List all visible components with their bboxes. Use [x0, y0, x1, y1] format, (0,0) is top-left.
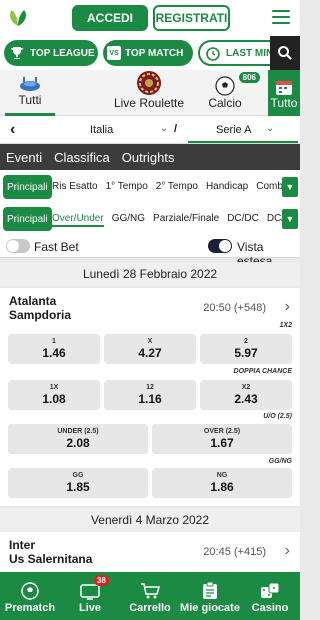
date-header: Venerdì 4 Marzo 2022	[0, 508, 300, 532]
filter-over-under[interactable]: Over/Under	[52, 213, 104, 227]
register-button[interactable]: REGISTRATI	[153, 5, 230, 31]
top-league-label: TOP LEAGUE	[30, 47, 95, 59]
odd-button[interactable]: GG 1.85	[8, 468, 148, 498]
filter-principali[interactable]: Principali	[3, 175, 52, 199]
versus-icon: VS	[107, 46, 121, 60]
market-label-gg-ng: GG/NG	[268, 458, 292, 465]
league-navigation: ‹ Italia ⌄ / Serie A ⌄	[0, 116, 300, 144]
odd-button[interactable]: NG 1.86	[152, 468, 292, 498]
tab-tutti-label: Tutti	[18, 93, 42, 107]
tab-tutto-label: Tutto	[270, 96, 298, 110]
soccer-ball-icon	[215, 76, 235, 96]
brand-logo-icon[interactable]	[6, 6, 30, 30]
trophy-icon	[8, 44, 26, 62]
app-header: ACCEDI REGISTRATI	[0, 0, 300, 36]
calcio-count-badge: 806	[238, 72, 260, 83]
away-team[interactable]: Sampdoria	[9, 308, 71, 322]
nav-live[interactable]: 38 Live	[60, 572, 120, 620]
live-count-badge: 38	[94, 575, 109, 586]
tab-live-roulette[interactable]: Live Roulette	[94, 70, 204, 116]
clipboard-icon	[202, 582, 218, 600]
chevron-down-icon[interactable]: ⌄	[160, 123, 168, 134]
cart-icon	[140, 582, 160, 600]
filter-principali-2[interactable]: Principali	[3, 207, 52, 231]
match-time[interactable]: 20:50 (+548)	[203, 302, 266, 314]
filter-primo-tempo[interactable]: 1° Tempo	[106, 181, 148, 192]
search-icon	[278, 46, 292, 60]
chevron-right-icon[interactable]: ›	[285, 298, 290, 316]
odd-button[interactable]: 2 5.97	[200, 334, 292, 364]
stadium-icon	[20, 77, 40, 91]
away-team[interactable]: Us Salernitana	[9, 552, 92, 566]
chevron-down-icon[interactable]: ▼	[282, 177, 298, 197]
roulette-icon	[137, 71, 161, 95]
nav-separator: /	[174, 123, 178, 135]
nav-prematch[interactable]: Prematch	[0, 572, 60, 620]
sport-tabs: Tutti Live Roulette 806 Calcio Tutto	[0, 70, 300, 116]
match-card: Atalanta Sampdoria 20:50 (+548) › 1X2 11…	[0, 288, 300, 506]
market-label-1x2: 1X2	[279, 322, 292, 329]
date-header: Lunedì 28 Febbraio 2022	[0, 262, 300, 286]
back-arrow-icon[interactable]: ‹	[10, 121, 15, 139]
alarm-clock-icon	[204, 44, 222, 62]
league-selector[interactable]: Serie A	[216, 124, 251, 136]
fast-bet-toggle[interactable]	[6, 239, 30, 253]
chevron-down-icon[interactable]: ⌄	[266, 123, 274, 134]
filter-parziale-finale[interactable]: Parziale/Finale	[153, 213, 219, 227]
nav-carrello[interactable]: Carrello	[120, 572, 180, 620]
market-label-doppia-chance: DOPPIA CHANCE	[233, 368, 292, 375]
chevron-down-icon[interactable]: ▼	[282, 209, 298, 229]
tab-eventi[interactable]: Eventi	[6, 150, 42, 165]
dice-icon	[260, 582, 280, 600]
quick-links-bar: TOP LEAGUE VS TOP MATCH LAST MINU	[0, 36, 300, 70]
tab-live-roulette-label: Live Roulette	[113, 96, 185, 110]
match-time[interactable]: 20:45 (+415)	[203, 546, 266, 558]
market-label-under-over: U/O (2.5)	[263, 413, 292, 420]
nav-mie-giocate[interactable]: Mie giocate	[180, 572, 240, 620]
filter-ris-esatto[interactable]: Ris Esatto	[52, 181, 98, 192]
hamburger-menu-icon[interactable]	[272, 10, 290, 26]
tab-calcio-label: Calcio	[208, 96, 242, 110]
tab-classifica[interactable]: Classifica	[54, 150, 110, 165]
country-selector[interactable]: Italia	[90, 124, 113, 136]
league-active-underline	[188, 141, 298, 143]
odd-button[interactable]: UNDER (2.5) 2.08	[8, 424, 148, 454]
toggle-row: Fast Bet Vista estesa	[0, 236, 300, 268]
filter-gg-ng[interactable]: GG/NG	[112, 213, 145, 227]
soccer-ball-icon	[21, 582, 39, 600]
top-match-label: TOP MATCH	[125, 47, 184, 59]
fast-bet-label: Fast Bet	[34, 240, 79, 254]
match-card: Inter Us Salernitana 20:45 (+415) ›	[0, 532, 300, 572]
odd-button[interactable]: 1 1.46	[8, 334, 100, 364]
odd-button[interactable]: X2 2.43	[200, 380, 292, 410]
nav-casino[interactable]: Casino	[240, 572, 300, 620]
market-filter-row-2: Principali Over/Under GG/NG Parziale/Fin…	[0, 202, 300, 236]
home-team[interactable]: Inter	[9, 538, 35, 552]
filter-dc-dc[interactable]: DC/DC	[227, 213, 259, 227]
odd-button[interactable]: OVER (2.5) 1.67	[152, 424, 292, 454]
login-button[interactable]: ACCEDI	[72, 5, 148, 31]
calendar-icon	[276, 81, 292, 95]
odd-button[interactable]: X 4.27	[104, 334, 196, 364]
bottom-navigation: Prematch 38 Live Carrello Mie giocate Ca…	[0, 572, 300, 620]
odd-button[interactable]: 1X 1.08	[8, 380, 100, 410]
tab-calcio[interactable]: 806 Calcio	[196, 70, 260, 116]
top-match-chip[interactable]: VS TOP MATCH	[103, 40, 193, 66]
filter-handicap[interactable]: Handicap	[206, 181, 248, 192]
tab-tutto[interactable]: Tutto	[268, 70, 300, 116]
top-league-chip[interactable]: TOP LEAGUE	[4, 40, 98, 66]
odd-button[interactable]: 12 1.16	[104, 380, 196, 410]
tab-tutti[interactable]: Tutti	[5, 70, 55, 116]
search-button[interactable]	[270, 36, 300, 70]
section-tabs: Eventi Classifica Outrights	[0, 144, 300, 170]
tab-outrights[interactable]: Outrights	[122, 150, 175, 165]
market-filter-row-1: Principali Ris Esatto 1° Tempo 2° Tempo …	[0, 170, 300, 204]
filter-secondo-tempo[interactable]: 2° Tempo	[156, 181, 198, 192]
home-team[interactable]: Atalanta	[9, 294, 56, 308]
vista-estesa-toggle[interactable]	[208, 239, 232, 253]
chevron-right-icon[interactable]: ›	[285, 542, 290, 560]
